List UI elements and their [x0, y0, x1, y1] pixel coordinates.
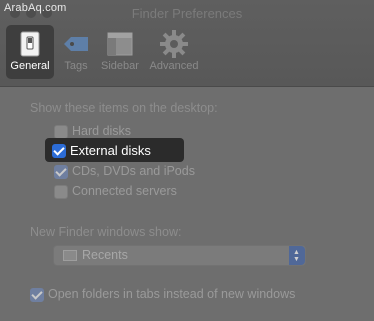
external-disks-label: External disks: [70, 143, 151, 158]
tab-sidebar-label: Sidebar: [101, 60, 139, 72]
finder-preferences-window: Finder Preferences ArabAq.com General Ta…: [0, 0, 374, 321]
hard-disks-checkbox[interactable]: [54, 125, 68, 139]
toolbar: Finder Preferences ArabAq.com General Ta…: [0, 0, 374, 87]
connected-servers-checkbox[interactable]: [54, 185, 68, 199]
chevron-up-down-icon[interactable]: ▲ ▼: [289, 246, 305, 265]
tab-advanced-label: Advanced: [149, 60, 199, 72]
new-window-popup[interactable]: Recents ▲ ▼: [53, 245, 306, 266]
external-disks-checkbox[interactable]: [52, 144, 66, 158]
tab-tags[interactable]: Tags: [58, 25, 94, 72]
hard-disks-label: Hard disks: [72, 124, 132, 138]
tab-general-label: General: [10, 60, 50, 72]
tag-icon: [61, 29, 91, 59]
open-in-tabs-checkbox[interactable]: [30, 288, 44, 302]
cds-dvds-ipods-label: CDs, DVDs and iPods: [72, 164, 195, 178]
popup-selected-value: Recents: [82, 248, 128, 262]
tab-sidebar[interactable]: Sidebar: [98, 25, 142, 72]
tab-general[interactable]: General: [6, 25, 54, 79]
connected-servers-label: Connected servers: [72, 184, 177, 198]
watermark: ArabAq.com: [4, 2, 67, 14]
sidebar-icon: [105, 29, 135, 59]
open-in-tabs-label: Open folders in tabs instead of new wind…: [48, 287, 296, 301]
tab-tags-label: Tags: [64, 60, 88, 72]
cds-dvds-ipods-checkbox[interactable]: [54, 165, 68, 179]
computer-icon: [63, 250, 77, 261]
general-switch-icon: [15, 29, 45, 59]
new-window-heading: New Finder windows show:: [30, 225, 182, 239]
gear-icon: [159, 29, 189, 59]
tab-advanced[interactable]: Advanced: [146, 25, 202, 72]
desktop-section-heading: Show these items on the desktop:: [30, 101, 218, 115]
external-disks-highlight: External disks: [45, 138, 184, 162]
